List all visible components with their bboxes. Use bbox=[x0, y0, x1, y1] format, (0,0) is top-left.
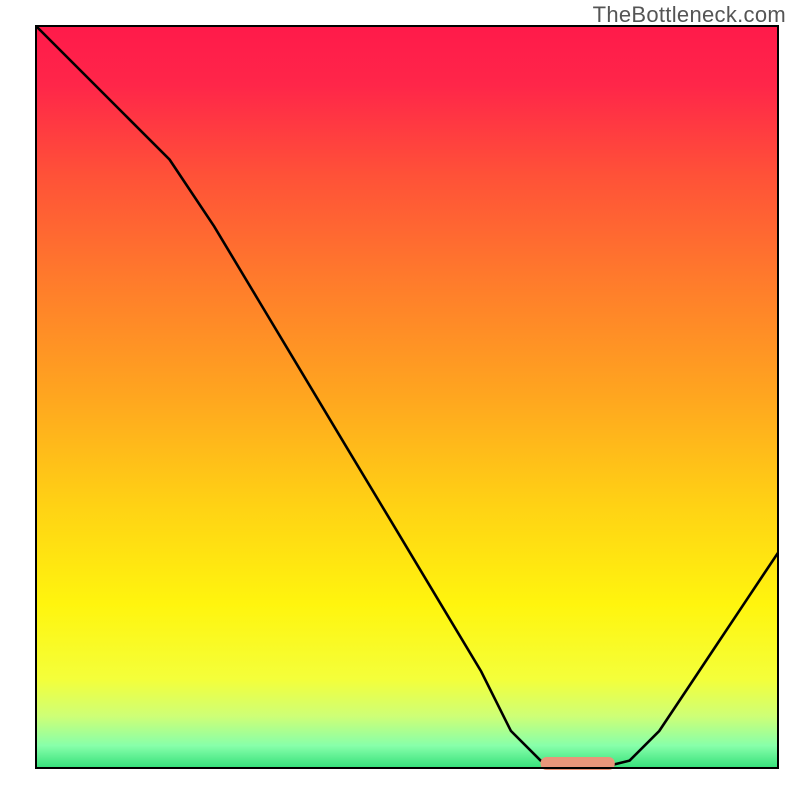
watermark-text: TheBottleneck.com bbox=[593, 2, 786, 28]
bottleneck-chart: TheBottleneck.com bbox=[0, 0, 800, 800]
chart-canvas bbox=[0, 0, 800, 800]
